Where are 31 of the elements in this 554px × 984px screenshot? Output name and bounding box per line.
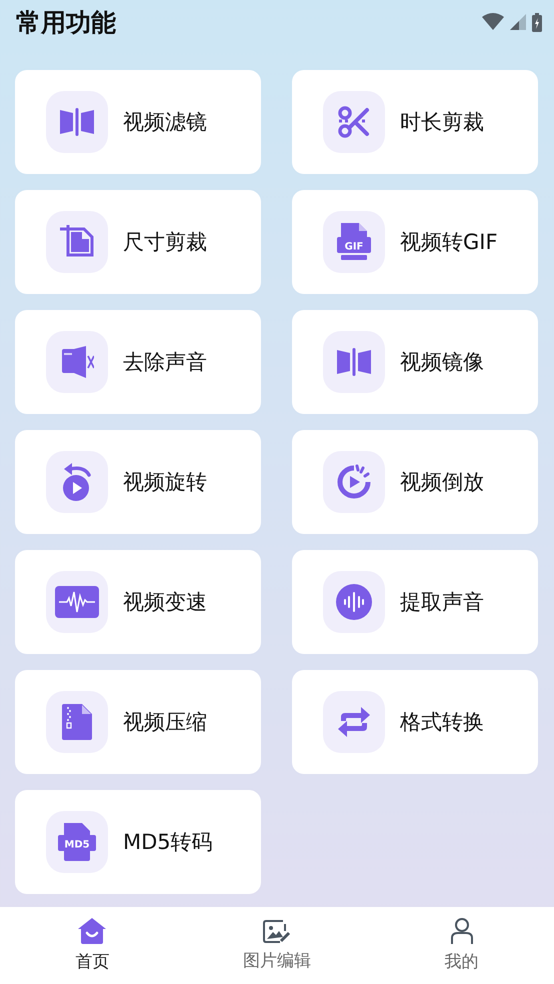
swap-arrows-icon — [337, 705, 371, 739]
rotate-icon — [60, 463, 94, 501]
feature-card[interactable]: 视频滤镜 — [15, 70, 261, 174]
feature-card[interactable]: GIF 视频转GIF — [292, 190, 538, 294]
mirror-icon — [60, 107, 94, 137]
image-edit-icon — [263, 919, 291, 943]
feature-card[interactable]: 去除声音 — [15, 310, 261, 414]
person-icon — [450, 918, 474, 944]
reverse-play-icon — [336, 464, 372, 500]
feature-card[interactable]: 时长剪裁 — [292, 70, 538, 174]
waveform-icon — [55, 586, 99, 618]
page-title: 常用功能 — [16, 6, 116, 38]
home-icon — [78, 918, 106, 944]
feature-card[interactable]: 视频变速 — [15, 550, 261, 654]
feature-card[interactable]: 视频镜像 — [292, 310, 538, 414]
signal-icon — [510, 14, 526, 30]
wifi-icon — [482, 13, 504, 31]
battery-icon — [532, 12, 542, 32]
feature-card[interactable]: 尺寸剪裁 — [15, 190, 261, 294]
mute-icon — [60, 346, 94, 378]
feature-card[interactable]: 提取声音 — [292, 550, 538, 654]
mirror-icon — [337, 347, 371, 377]
crop-icon — [60, 225, 94, 259]
feature-card[interactable]: 视频旋转 — [15, 430, 261, 534]
scissors-icon — [338, 106, 370, 138]
zip-file-icon — [62, 704, 92, 740]
feature-card[interactable]: 格式转换 — [292, 670, 538, 774]
feature-card[interactable]: 视频压缩 — [15, 670, 261, 774]
feature-card[interactable]: MD5 MD5转码 — [15, 790, 261, 894]
feature-card[interactable]: 视频倒放 — [292, 430, 538, 534]
audio-icon — [336, 584, 372, 620]
